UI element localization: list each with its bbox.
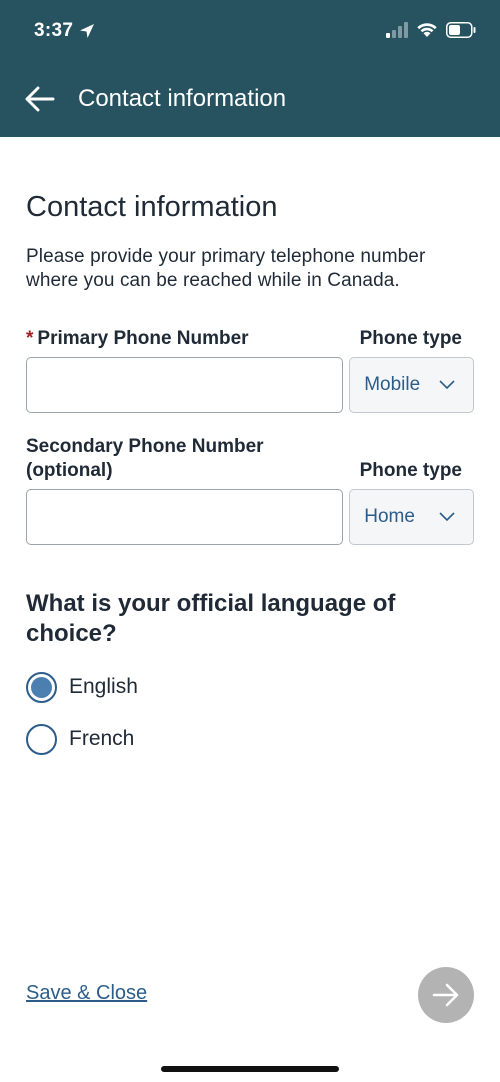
primary-phone-group: * Primary Phone Number Phone type Mobile (26, 327, 474, 413)
required-marker: * (26, 328, 34, 349)
radio-label-english: English (69, 675, 138, 698)
radio-option-english[interactable]: English (26, 671, 474, 703)
app-header: 3:37 Contact information (0, 0, 500, 137)
arrow-right-icon (432, 983, 459, 1007)
save-close-link[interactable]: Save & Close (26, 982, 147, 1005)
cellular-signal-icon (386, 22, 408, 38)
contact-form: Contact information Please provide your … (26, 137, 474, 755)
secondary-phone-input[interactable] (26, 489, 344, 545)
language-question: What is your official language of choice… (26, 590, 396, 647)
page-title: Contact information (26, 191, 278, 223)
back-button[interactable] (20, 79, 60, 119)
secondary-phone-type-label: Phone type (359, 460, 462, 481)
radio-button-selected[interactable] (26, 671, 57, 703)
intro-text: Please provide your primary telephone nu… (26, 246, 426, 291)
battery-icon (446, 22, 476, 38)
status-icons (386, 22, 476, 38)
wifi-icon (417, 23, 437, 37)
chevron-down-icon (439, 512, 455, 522)
app-bar: Contact information (0, 70, 500, 128)
home-indicator (161, 1066, 339, 1072)
primary-phone-type-label: Phone type (359, 328, 462, 349)
secondary-phone-type-value: Home (364, 506, 415, 527)
primary-phone-type-select[interactable]: Mobile (349, 357, 474, 413)
arrow-left-icon (25, 86, 55, 112)
radio-button[interactable] (26, 723, 57, 755)
location-arrow-icon (80, 24, 95, 38)
secondary-phone-label-line1: Secondary Phone Number (26, 436, 264, 457)
primary-phone-label-text: Primary Phone Number (37, 328, 249, 349)
secondary-phone-type-select[interactable]: Home (349, 489, 474, 545)
language-radio-group: English French (26, 671, 474, 755)
primary-phone-input[interactable] (26, 357, 344, 413)
status-time: 3:37 (34, 20, 95, 42)
clock-text: 3:37 (34, 20, 74, 41)
app-bar-title: Contact information (78, 85, 287, 112)
radio-label-french: French (69, 727, 135, 750)
radio-option-french[interactable]: French (26, 723, 474, 755)
status-bar: 3:37 (0, 0, 500, 64)
chevron-down-icon (439, 380, 455, 390)
secondary-phone-group: Secondary Phone Number (optional) Phone … (26, 435, 474, 545)
primary-phone-type-value: Mobile (364, 374, 421, 395)
next-button[interactable] (418, 967, 474, 1023)
